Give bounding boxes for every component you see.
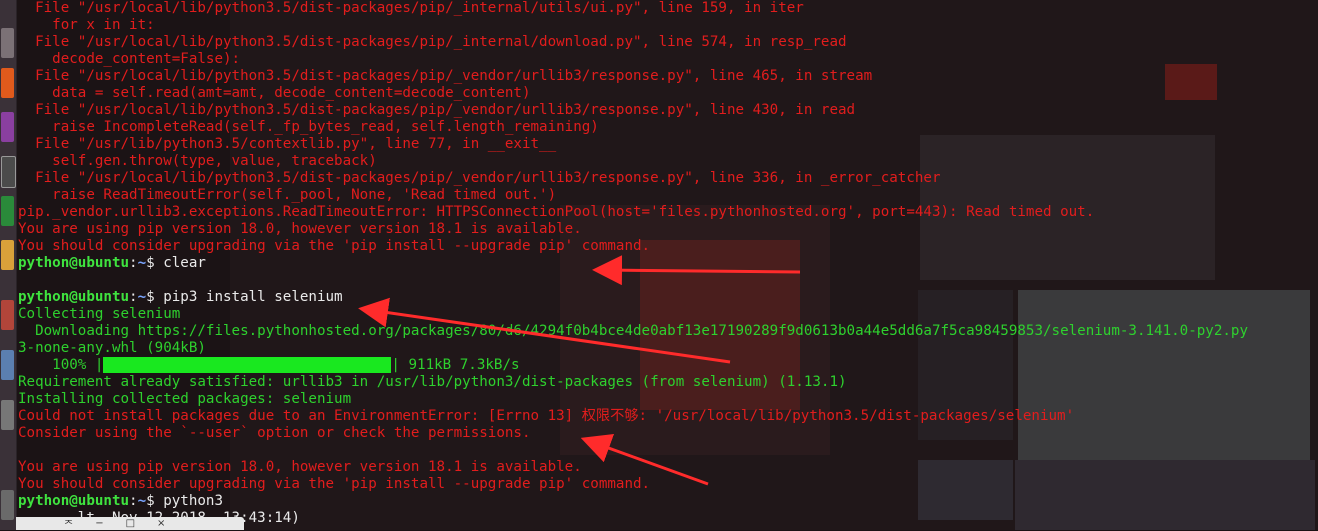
terminal-text: File "/usr/local/lib/python3.5/dist-pack… [18, 34, 847, 50]
terminal-text: ~ [137, 255, 147, 271]
terminal-line: Could not install packages due to an Env… [18, 408, 1318, 425]
minimize-button[interactable]: − [95, 518, 103, 529]
terminal-text: python@ubuntu [18, 289, 130, 305]
terminal-text: Collecting selenium [18, 306, 181, 322]
office-icon[interactable] [1, 112, 14, 142]
terminal-line: File "/usr/lib/python3.5/contextlib.py",… [18, 136, 1318, 153]
terminal-text: for x in it: [18, 17, 155, 33]
maximize-button[interactable]: □ [126, 518, 135, 529]
terminal-line: You should consider upgrading via the 'p… [18, 238, 1318, 255]
terminal-line: Installing collected packages: selenium [18, 391, 1318, 408]
terminal-line: python@ubuntu:~$ clear [18, 255, 1318, 272]
terminal-line: You are using pip version 18.0, however … [18, 459, 1318, 476]
terminal-text: Installing collected packages: selenium [18, 391, 352, 407]
trash-icon[interactable] [1, 490, 14, 520]
app-icon[interactable] [1, 400, 14, 430]
terminal-line: raise ReadTimeoutError(self._pool, None,… [18, 187, 1318, 204]
terminal-text: raise ReadTimeoutError(self._pool, None,… [18, 187, 557, 203]
terminal-text: File "/usr/lib/python3.5/contextlib.py",… [18, 136, 557, 152]
terminal-text: You are using pip version 18.0, however … [18, 221, 582, 237]
terminal-line: python@ubuntu:~$ pip3 install selenium [18, 289, 1318, 306]
terminal-text: Requirement already satisfied: urllib3 i… [18, 374, 847, 390]
terminal-text: File "/usr/local/lib/python3.5/dist-pack… [18, 68, 873, 84]
terminal-line: python@ubuntu:~$ python3 [18, 493, 1318, 510]
settings-icon[interactable] [1, 28, 14, 58]
terminal-text: pip._vendor.urllib3.exceptions.ReadTimeo… [18, 204, 1095, 220]
terminal-line: You are using pip version 18.0, however … [18, 221, 1318, 238]
terminal-text: raise IncompleteRead(self._fp_bytes_read… [18, 119, 599, 135]
terminal-text: data = self.read(amt=amt, decode_content… [18, 85, 531, 101]
terminal-line: 3-none-any.whl (904kB) [18, 340, 1318, 357]
terminal-output[interactable]: File "/usr/local/lib/python3.5/dist-pack… [18, 0, 1318, 530]
terminal-text: File "/usr/local/lib/python3.5/dist-pack… [18, 102, 856, 118]
terminal-line: raise IncompleteRead(self._fp_bytes_read… [18, 119, 1318, 136]
terminal-text: You are using pip version 18.0, however … [18, 459, 582, 475]
terminal-line: File "/usr/local/lib/python3.5/dist-pack… [18, 170, 1318, 187]
app-icon[interactable] [1, 350, 14, 380]
terminal-line: data = self.read(amt=amt, decode_content… [18, 85, 1318, 102]
terminal-text: self.gen.throw(type, value, traceback) [18, 153, 377, 169]
terminal-line: Requirement already satisfied: urllib3 i… [18, 374, 1318, 391]
terminal-text: python@ubuntu [18, 493, 130, 509]
terminal-text: Could not install packages due to an Env… [18, 408, 1075, 424]
terminal-text: Downloading https://files.pythonhosted.o… [18, 323, 1248, 339]
terminal-line: File "/usr/local/lib/python3.5/dist-pack… [18, 0, 1318, 17]
terminal-icon[interactable] [1, 156, 16, 188]
terminal-line: for x in it: [18, 17, 1318, 34]
terminal-text: | 911kB 7.3kB/s [391, 357, 520, 373]
terminal-line: 100% | | 911kB 7.3kB/s [18, 357, 1318, 374]
terminal-text: : [129, 255, 138, 271]
terminal-text: decode_content=False): [18, 51, 241, 67]
terminal-line: Downloading https://files.pythonhosted.o… [18, 323, 1318, 340]
terminal-line: pip._vendor.urllib3.exceptions.ReadTimeo… [18, 204, 1318, 221]
progress-fill [103, 357, 392, 373]
terminal-text: File "/usr/local/lib/python3.5/dist-pack… [18, 170, 941, 186]
terminal-line: You should consider upgrading via the 'p… [18, 476, 1318, 493]
app-icon[interactable] [1, 196, 14, 226]
terminal-text: : [129, 493, 138, 509]
app-icon[interactable] [1, 300, 14, 330]
terminal-text: ~ [137, 289, 147, 305]
terminal-text: $ python3 [146, 493, 224, 509]
terminal-line: File "/usr/local/lib/python3.5/dist-pack… [18, 68, 1318, 85]
terminal-text: python@ubuntu [18, 255, 130, 271]
terminal-line: decode_content=False): [18, 51, 1318, 68]
download-progress-bar [103, 357, 392, 373]
terminal-text: 100% | [18, 357, 104, 373]
terminal-text: ~ [137, 493, 147, 509]
terminal-text: You should consider upgrading via the 'p… [18, 476, 651, 492]
terminal-text: You should consider upgrading via the 'p… [18, 238, 651, 254]
terminal-text: $ clear [146, 255, 206, 271]
window-menu-button[interactable]: ᄌ [64, 516, 73, 531]
files-icon[interactable] [1, 240, 14, 270]
terminal-text: $ pip3 install selenium [146, 289, 343, 305]
close-button[interactable]: × [157, 518, 165, 529]
terminal-text: 3-none-any.whl (904kB) [18, 340, 206, 356]
terminal-line: File "/usr/local/lib/python3.5/dist-pack… [18, 34, 1318, 51]
terminal-text: File "/usr/local/lib/python3.5/dist-pack… [18, 0, 804, 16]
terminal-line: Collecting selenium [18, 306, 1318, 323]
terminal-line: self.gen.throw(type, value, traceback) [18, 153, 1318, 170]
terminal-text: Consider using the `--user` option or ch… [18, 425, 531, 441]
launcher-dock [0, 0, 17, 530]
terminal-line: Consider using the `--user` option or ch… [18, 425, 1318, 442]
terminal-line: File "/usr/local/lib/python3.5/dist-pack… [18, 102, 1318, 119]
window-control-bar: ᄌ − □ × [16, 516, 244, 531]
firefox-icon[interactable] [1, 68, 14, 98]
terminal-text: : [129, 289, 138, 305]
